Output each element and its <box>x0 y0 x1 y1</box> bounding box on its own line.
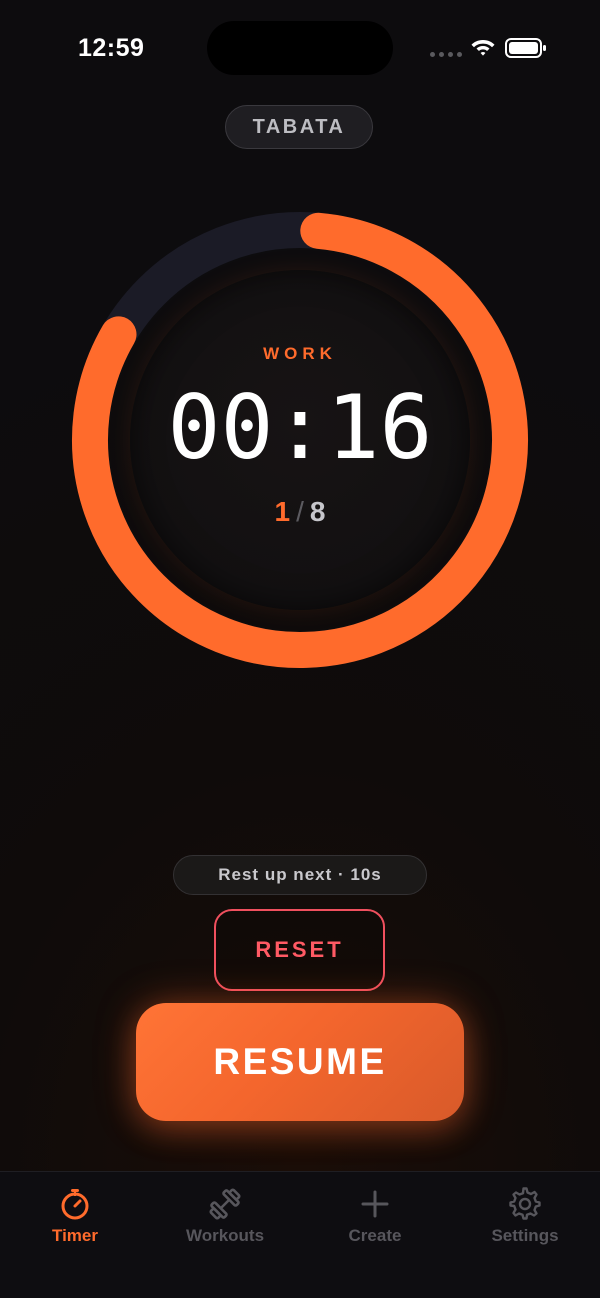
wifi-icon <box>470 36 496 63</box>
tab-workouts[interactable]: Workouts <box>150 1186 300 1246</box>
status-time: 12:59 <box>78 34 145 62</box>
round-current: 1 <box>274 496 291 527</box>
tab-settings-label: Settings <box>491 1226 559 1245</box>
round-separator: / <box>296 496 304 527</box>
tab-bar: Timer Workouts Create Settings <box>0 1171 600 1298</box>
status-bar: 12:59 <box>0 0 600 96</box>
tab-settings[interactable]: Settings <box>450 1186 600 1246</box>
reset-button-label: RESET <box>255 937 344 962</box>
reset-button[interactable]: RESET <box>214 909 385 991</box>
plus-icon <box>357 1186 393 1222</box>
dumbbell-icon <box>207 1186 243 1222</box>
round-counter: 1/8 <box>64 496 536 528</box>
gear-icon <box>507 1186 543 1222</box>
cellular-signal-icon <box>430 52 462 57</box>
workout-mode-label: TABATA <box>252 115 346 138</box>
next-phase-label: Rest up next · 10s <box>218 865 382 884</box>
next-phase-chip: Rest up next · 10s <box>173 855 427 895</box>
tab-create[interactable]: Create <box>300 1186 450 1246</box>
resume-button-label: RESUME <box>213 1041 387 1082</box>
tab-create-label: Create <box>348 1226 402 1245</box>
timer-dial: WORK 00:16 1/8 <box>64 204 536 676</box>
countdown-display: 00:16 <box>167 376 433 479</box>
phase-label: WORK <box>263 344 337 363</box>
workout-mode-pill[interactable]: TABATA <box>225 105 373 149</box>
battery-icon <box>505 38 547 63</box>
tab-timer[interactable]: Timer <box>0 1186 150 1246</box>
tab-workouts-label: Workouts <box>185 1226 265 1245</box>
resume-button[interactable]: RESUME <box>136 1003 464 1121</box>
round-total: 8 <box>309 496 326 527</box>
stopwatch-icon <box>57 1186 93 1222</box>
dynamic-island <box>207 21 393 75</box>
tab-timer-label: Timer <box>52 1226 98 1245</box>
